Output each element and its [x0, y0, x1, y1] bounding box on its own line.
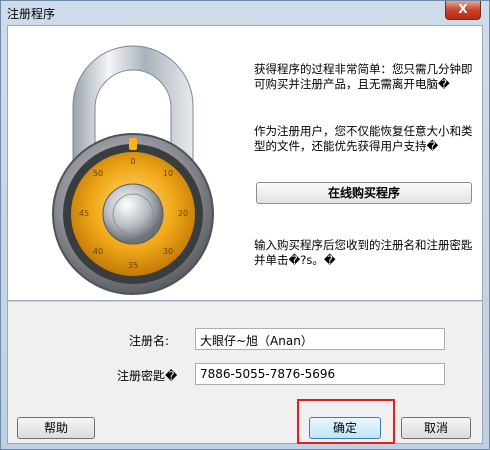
key-field[interactable]: 7886-5055-7876-5696 — [195, 363, 445, 385]
title-bar: 注册程序 X — [1, 1, 489, 23]
svg-text:45: 45 — [79, 209, 89, 218]
svg-text:35: 35 — [128, 261, 138, 270]
window-title: 注册程序 — [7, 7, 56, 21]
benefits-text: 作为注册用户，您不仅能恢复任意大小和类型的文件，还能优先获得用户支持� — [254, 124, 473, 153]
svg-text:30: 30 — [163, 247, 173, 256]
cancel-button[interactable]: 取消 — [401, 417, 471, 439]
buy-online-button[interactable]: 在线购买程序 — [256, 182, 472, 204]
svg-text:50: 50 — [93, 169, 103, 178]
highlight-box — [297, 399, 395, 444]
instructions-text: 输入购买程序后您收到的注册名和注册密匙并单击�?s。� — [254, 238, 473, 267]
close-button[interactable]: X — [445, 1, 481, 20]
help-button[interactable]: 帮助 — [17, 417, 95, 439]
intro-text: 获得程序的过程非常简单：您只需几分钟即可购买并注册产品，且无需离开电脑� — [254, 62, 473, 91]
close-icon: X — [458, 2, 468, 16]
svg-text:40: 40 — [93, 247, 103, 256]
key-label: 注册密匙� — [117, 369, 178, 383]
svg-text:20: 20 — [178, 209, 188, 218]
padlock-icon: 0 10 20 30 35 40 45 50 — [52, 45, 214, 295]
name-label: 注册名: — [129, 334, 170, 348]
svg-text:10: 10 — [163, 169, 173, 178]
name-field[interactable]: 大眼仔~旭（Anan） — [195, 328, 445, 350]
svg-text:0: 0 — [130, 157, 135, 166]
registration-dialog: 注册程序 X 0 10 20 30 35 40 45 50 获得程序的过程非常简… — [0, 0, 490, 450]
info-panel: 0 10 20 30 35 40 45 50 获得程序的过程非常简单：您只需几分钟即可购买… — [7, 25, 483, 301]
